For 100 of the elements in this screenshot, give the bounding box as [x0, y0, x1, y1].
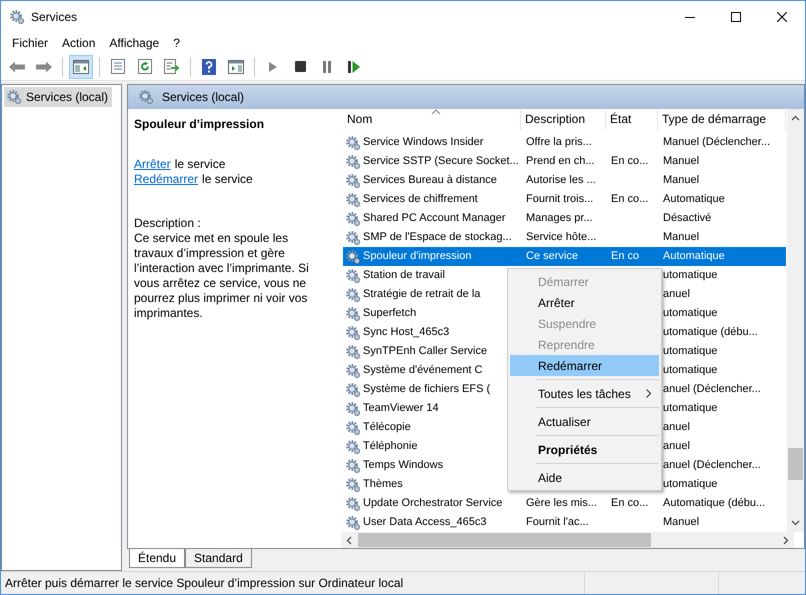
table-cell[interactable]: Système de fichiers EFS (: [363, 381, 490, 398]
close-icon: [777, 12, 787, 22]
status-text: Arrêter puis démarrer le service Spouleur d’impression sur Ordinateur local: [1, 572, 585, 594]
gear-icon: [345, 286, 361, 302]
table-cell: Manuel (Déclencher...: [663, 136, 770, 148]
scrollbar-thumb[interactable]: [788, 448, 803, 480]
table-cell[interactable]: Téléphonie: [363, 438, 418, 455]
table-cell: Service hôte...: [526, 231, 596, 244]
description-label: Description :: [134, 216, 202, 231]
gear-icon: [345, 458, 361, 474]
table-cell[interactable]: Service SSTP (Secure Socket...: [363, 153, 519, 170]
column-header[interactable]: Type de démarrage: [658, 110, 786, 130]
table-cell[interactable]: Spouleur d'impression: [363, 248, 472, 265]
action-link[interactable]: Arrêter: [134, 157, 171, 172]
forward-arrow-icon: [35, 60, 53, 74]
column-header[interactable]: Nom: [343, 110, 521, 130]
gear-icon: [345, 476, 361, 492]
menu-item[interactable]: Redémarrer: [510, 355, 659, 376]
table-cell[interactable]: Télécopie: [363, 419, 411, 436]
menu-item[interactable]: Affichage: [102, 34, 166, 52]
table-cell[interactable]: Services Bureau à distance: [363, 172, 497, 189]
table-cell[interactable]: Service Windows Insider: [363, 134, 484, 151]
menu-item[interactable]: Aide: [510, 467, 659, 488]
gear-icon: [345, 514, 361, 530]
table-cell[interactable]: Shared PC Account Manager: [363, 210, 506, 227]
menu-item[interactable]: Actualiser: [510, 411, 659, 432]
panel-window-button[interactable]: [69, 54, 93, 78]
table-cell[interactable]: Thèmes: [363, 476, 403, 493]
tree-item[interactable]: Services (local): [4, 87, 112, 107]
column-header[interactable]: Description: [521, 110, 606, 130]
service-title: Spouleur d’impression: [134, 116, 266, 133]
menu-item[interactable]: Action: [55, 34, 102, 52]
table-cell: Manuel: [663, 516, 700, 528]
view-tab[interactable]: Étendu: [129, 549, 186, 568]
table-cell: Automatique (débu...: [663, 497, 766, 510]
menu-item[interactable]: Toutes les tâches: [510, 383, 659, 404]
scroll-right-icon[interactable]: [783, 536, 789, 544]
table-cell[interactable]: TeamViewer 14: [363, 400, 439, 417]
action-link[interactable]: Redémarrer: [134, 172, 198, 187]
action-text: le service: [174, 157, 226, 172]
table-cell: Offre la pris...: [526, 136, 592, 148]
refresh-icon: [138, 59, 152, 74]
export-icon: [164, 59, 180, 74]
table-cell[interactable]: Sync Host_465c3: [363, 324, 450, 341]
selected-row[interactable]: Spouleur d'impression Ce service En co Automatique: [343, 247, 786, 266]
table-cell: Automatique: [663, 193, 725, 206]
gear-icon: [345, 400, 361, 416]
panel-window-icon: [73, 60, 89, 74]
table-cell: En co: [611, 250, 640, 262]
scroll-up-icon[interactable]: [791, 115, 800, 121]
gear-icon: [345, 362, 361, 378]
play-icon: [268, 60, 278, 72]
table-cell: Manuel: [663, 155, 700, 168]
gear-icon: [345, 306, 361, 322]
table-cell[interactable]: Système d'événement C: [363, 362, 482, 379]
vertical-scrollbar[interactable]: [787, 109, 804, 532]
table-cell: Prend en ch...: [526, 155, 594, 168]
table-cell[interactable]: Stratégie de retrait de la: [363, 286, 480, 303]
gear-icon: [345, 344, 361, 360]
table-cell: anuel: [663, 421, 690, 434]
view-tab[interactable]: Standard: [185, 549, 252, 568]
table-cell: En co...: [611, 497, 648, 510]
table-cell: Autorise les ...: [526, 174, 596, 186]
table-cell: Fournit trois...: [526, 193, 594, 206]
menu-item[interactable]: Propriétés: [510, 439, 659, 460]
table-cell[interactable]: User Data Access_465c3: [363, 514, 487, 531]
table-cell[interactable]: Station de travail: [363, 267, 445, 284]
column-header[interactable]: État: [606, 110, 658, 130]
table-cell: Manuel: [663, 231, 700, 244]
table-cell: anuel: [663, 288, 690, 300]
scroll-left-icon[interactable]: [346, 536, 352, 544]
gear-icon: [345, 382, 361, 398]
description-text: Ce service met en spoule les travaux d’impression et gère l’interaction avec l’imprimante. Si vous arrêtez ce service, vous ne pourrez plus imprimer ni voir vos imprimantes.: [134, 231, 310, 321]
table-cell[interactable]: Superfetch: [363, 305, 416, 322]
menu-item[interactable]: Arrêter: [510, 292, 659, 313]
gear-icon: [138, 89, 154, 105]
table-cell: anuel (Déclencher...: [663, 383, 761, 396]
table-cell: anuel: [663, 440, 690, 452]
back-arrow-icon: [8, 60, 26, 74]
document-icon: [111, 59, 125, 74]
panel-window-icon: [228, 60, 244, 74]
resume-icon: [348, 60, 360, 72]
menu-item[interactable]: Fichier: [5, 34, 56, 52]
scrollbar-thumb[interactable]: [358, 533, 651, 547]
table-cell[interactable]: Services de chiffrement: [363, 191, 478, 208]
table-cell: Ce service: [526, 250, 578, 262]
gear-icon: [345, 248, 361, 264]
table-cell: Manuel: [663, 174, 700, 186]
table-cell: utomatique: [663, 307, 718, 320]
horizontal-scrollbar[interactable]: [341, 532, 794, 548]
table-cell[interactable]: Temps Windows: [363, 457, 444, 474]
table-cell: utomatique: [663, 269, 718, 282]
table-cell: utomatique: [663, 345, 718, 358]
scroll-down-icon[interactable]: [791, 520, 800, 526]
table-cell[interactable]: SynTPEnh Caller Service: [363, 343, 488, 360]
menu-item[interactable]: ?: [166, 34, 187, 52]
table-cell[interactable]: Update Orchestrator Service: [363, 495, 502, 512]
gear-icon: [6, 89, 22, 105]
stop-icon: [294, 61, 306, 72]
table-cell[interactable]: SMP de l'Espace de stockag...: [363, 229, 512, 246]
